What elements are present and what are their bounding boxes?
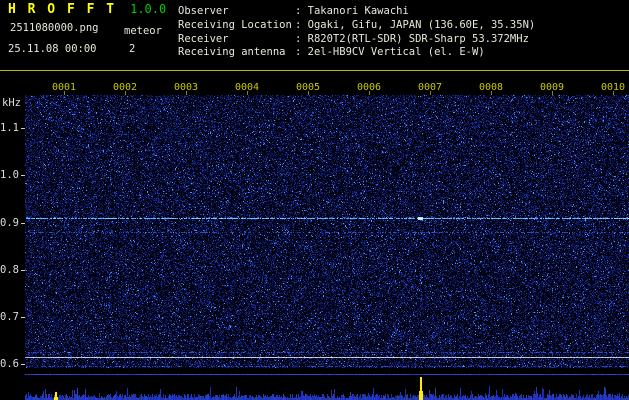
- app-version: 1.0.0: [130, 2, 167, 16]
- info-row-observer: Observer : Takanori Kawachi: [178, 5, 535, 19]
- info-label: Receiving Location: [178, 18, 292, 31]
- info-label: Receiving antenna: [178, 46, 286, 59]
- info-value: : Takanori Kawachi: [295, 5, 409, 17]
- freq-tick-label: 0.6: [0, 358, 19, 370]
- freq-tick-label: 1.0: [0, 169, 19, 181]
- header-title-row: H R O F F T 1.0.0: [8, 2, 166, 17]
- freq-tick-label: 0.9: [0, 217, 19, 229]
- station-info: Observer : Takanori Kawachi Receiving Lo…: [178, 5, 535, 60]
- observation-datetime: 25.11.08 00:00: [8, 43, 97, 55]
- freq-tick-label: 1.1: [0, 122, 19, 134]
- info-value: : Ogaki, Gifu, JAPAN (136.60E, 35.35N): [295, 18, 536, 31]
- app-title: H R O F F T: [8, 2, 117, 17]
- signal-level-strip-canvas: [25, 372, 629, 400]
- spectrogram-canvas: [25, 95, 629, 368]
- info-row-antenna: Receiving antenna : 2el-HB9CV Vertical (…: [178, 46, 535, 60]
- freq-tick-label: 0.8: [0, 264, 19, 276]
- hrofft-app: H R O F F T 1.0.0 2511080000.png meteor …: [0, 0, 629, 400]
- info-value: : 2el-HB9CV Vertical (el. E-W): [295, 46, 485, 59]
- observation-mode: meteor: [124, 25, 162, 37]
- info-label: Receiver: [178, 32, 229, 45]
- freq-tick-label: 0.7: [0, 311, 19, 323]
- header-separator: [0, 70, 629, 71]
- freq-axis-unit: kHz: [2, 97, 21, 109]
- echo-count: 2: [129, 43, 136, 55]
- info-label: Observer: [178, 5, 229, 17]
- info-row-receiver: Receiver : R820T2(RTL-SDR) SDR-Sharp 53.…: [178, 33, 535, 47]
- info-value: : R820T2(RTL-SDR) SDR-Sharp 53.372MHz: [295, 32, 529, 45]
- output-filename: 2511080000.png: [10, 22, 99, 34]
- info-row-location: Receiving Location : Ogaki, Gifu, JAPAN …: [178, 19, 535, 33]
